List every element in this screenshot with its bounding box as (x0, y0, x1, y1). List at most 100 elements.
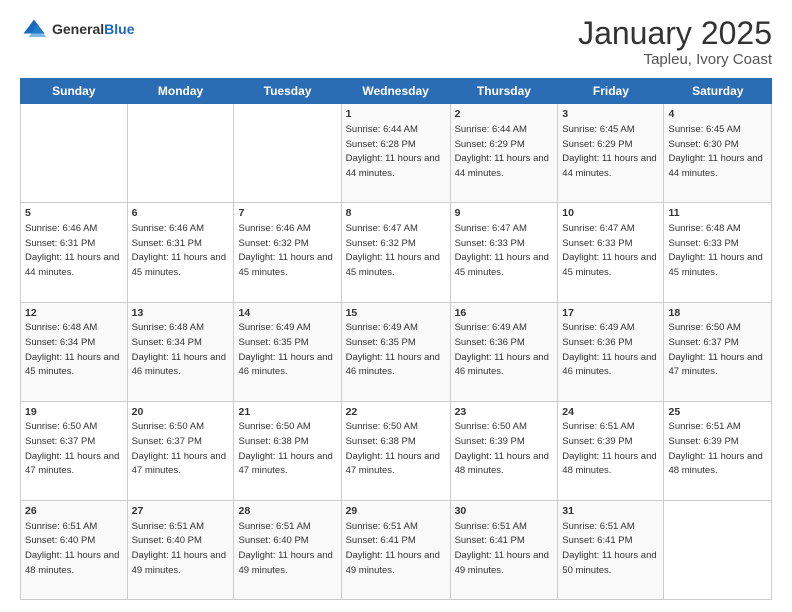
cell-text: Sunrise: 6:49 AM (455, 322, 527, 333)
calendar-title: January 2025 (578, 16, 772, 51)
cell-text: Daylight: 11 hours and 49 minutes. (238, 550, 332, 576)
day-number: 30 (455, 505, 467, 517)
cell-text: Sunrise: 6:50 AM (346, 421, 418, 432)
day-number: 22 (346, 406, 358, 418)
header: GeneralBlue January 2025 Tapleu, Ivory C… (20, 16, 772, 68)
calendar-cell: 22 Sunrise: 6:50 AM Sunset: 6:38 PM Dayligh… (341, 401, 450, 500)
header-day: Wednesday (341, 79, 450, 104)
cell-text: Sunset: 6:33 PM (562, 238, 632, 249)
cell-text: Sunset: 6:32 PM (238, 238, 308, 249)
cell-text: Sunset: 6:41 PM (562, 535, 632, 546)
cell-text: Daylight: 11 hours and 45 minutes. (238, 252, 332, 278)
cell-text: Sunrise: 6:50 AM (25, 421, 97, 432)
day-number: 14 (238, 307, 250, 319)
calendar-header: SundayMondayTuesdayWednesdayThursdayFrid… (21, 79, 772, 104)
calendar-cell (127, 104, 234, 203)
calendar-cell: 27Sunrise: 6:51 AMSunset: 6:40 PMDayligh… (127, 500, 234, 599)
day-number: 18 (668, 307, 680, 319)
cell-text: Daylight: 11 hours and 46 minutes. (346, 352, 440, 378)
cell-text: Daylight: 11 hours and 49 minutes. (455, 550, 549, 576)
header-row: SundayMondayTuesdayWednesdayThursdayFrid… (21, 79, 772, 104)
cell-text: Daylight: 11 hours and 44 minutes. (455, 153, 549, 179)
cell-text: Sunrise: 6:46 AM (238, 223, 310, 234)
cell-text: Daylight: 11 hours and 45 minutes. (562, 252, 656, 278)
day-number: 27 (132, 505, 144, 517)
calendar-cell: 21Sunrise: 6:50 AMSunset: 6:38 PMDayligh… (234, 401, 341, 500)
cell-text: Sunset: 6:37 PM (668, 337, 738, 348)
calendar-cell: 11Sunrise: 6:48 AMSunset: 6:33 PMDayligh… (664, 203, 772, 302)
day-number: 21 (238, 406, 250, 418)
day-number: 28 (238, 505, 250, 517)
cell-text: Sunrise: 6:47 AM (346, 223, 418, 234)
cell-text: Sunset: 6:41 PM (455, 535, 525, 546)
cell-text: Sunset: 6:39 PM (455, 436, 525, 447)
logo: GeneralBlue (20, 16, 134, 44)
cell-text: Daylight: 11 hours and 44 minutes. (562, 153, 656, 179)
calendar-cell: 20Sunrise: 6:50 AMSunset: 6:37 PMDayligh… (127, 401, 234, 500)
day-number: 6 (132, 207, 138, 219)
cell-text: Sunset: 6:38 PM (346, 436, 416, 447)
calendar-cell: 8Sunrise: 6:47 AMSunset: 6:32 PMDaylight… (341, 203, 450, 302)
cell-text: Daylight: 11 hours and 45 minutes. (455, 252, 549, 278)
cell-text: Sunset: 6:36 PM (562, 337, 632, 348)
logo-icon (20, 16, 48, 44)
cell-text: Daylight: 11 hours and 47 minutes. (132, 451, 226, 477)
calendar-cell: 30Sunrise: 6:51 AMSunset: 6:41 PMDayligh… (450, 500, 558, 599)
calendar-cell: 6Sunrise: 6:46 AMSunset: 6:31 PMDaylight… (127, 203, 234, 302)
calendar-cell: 15Sunrise: 6:49 AMSunset: 6:35 PMDayligh… (341, 302, 450, 401)
day-number: 10 (562, 207, 574, 219)
cell-text: Sunrise: 6:45 AM (668, 124, 740, 135)
cell-text: Sunrise: 6:46 AM (25, 223, 97, 234)
day-number: 20 (132, 406, 144, 418)
cell-text: Sunrise: 6:51 AM (562, 421, 634, 432)
day-number: 24 (562, 406, 574, 418)
cell-text: Daylight: 11 hours and 49 minutes. (132, 550, 226, 576)
cell-text: Daylight: 11 hours and 47 minutes. (668, 352, 762, 378)
cell-text: Sunrise: 6:50 AM (132, 421, 204, 432)
calendar-cell (234, 104, 341, 203)
cell-text: Sunrise: 6:51 AM (132, 521, 204, 532)
header-day: Monday (127, 79, 234, 104)
calendar-week-row: 12Sunrise: 6:48 AMSunset: 6:34 PMDayligh… (21, 302, 772, 401)
calendar-week-row: 5Sunrise: 6:46 AMSunset: 6:31 PMDaylight… (21, 203, 772, 302)
cell-text: Daylight: 11 hours and 49 minutes. (346, 550, 440, 576)
cell-text: Sunset: 6:39 PM (668, 436, 738, 447)
cell-text: Daylight: 11 hours and 48 minutes. (668, 451, 762, 477)
cell-text: Sunrise: 6:50 AM (238, 421, 310, 432)
day-number: 31 (562, 505, 574, 517)
calendar-cell: 13Sunrise: 6:48 AMSunset: 6:34 PMDayligh… (127, 302, 234, 401)
day-number: 9 (455, 207, 461, 219)
cell-text: Sunrise: 6:44 AM (346, 124, 418, 135)
cell-text: Daylight: 11 hours and 44 minutes. (668, 153, 762, 179)
calendar-cell: 19Sunrise: 6:50 AMSunset: 6:37 PMDayligh… (21, 401, 128, 500)
cell-text: Daylight: 11 hours and 44 minutes. (25, 252, 119, 278)
calendar-cell (21, 104, 128, 203)
calendar-body: 1Sunrise: 6:44 AMSunset: 6:28 PMDaylight… (21, 104, 772, 600)
calendar-cell: 24Sunrise: 6:51 AMSunset: 6:39 PMDayligh… (558, 401, 664, 500)
day-number: 25 (668, 406, 680, 418)
cell-text: Sunset: 6:39 PM (562, 436, 632, 447)
cell-text: Sunset: 6:40 PM (238, 535, 308, 546)
day-number: 23 (455, 406, 467, 418)
cell-text: Daylight: 11 hours and 48 minutes. (25, 550, 119, 576)
header-day: Saturday (664, 79, 772, 104)
day-number: 29 (346, 505, 358, 517)
cell-text: Daylight: 11 hours and 45 minutes. (132, 252, 226, 278)
day-number: 12 (25, 307, 37, 319)
cell-text: Sunrise: 6:50 AM (455, 421, 527, 432)
cell-text: Sunrise: 6:51 AM (346, 521, 418, 532)
day-number: 2 (455, 108, 461, 120)
calendar-week-row: 1Sunrise: 6:44 AMSunset: 6:28 PMDaylight… (21, 104, 772, 203)
calendar-cell: 4Sunrise: 6:45 AMSunset: 6:30 PMDaylight… (664, 104, 772, 203)
cell-text: Daylight: 11 hours and 47 minutes. (25, 451, 119, 477)
cell-text: Sunset: 6:31 PM (25, 238, 95, 249)
cell-text: Sunset: 6:33 PM (668, 238, 738, 249)
cell-text: Daylight: 11 hours and 47 minutes. (346, 451, 440, 477)
calendar-cell: 16Sunrise: 6:49 AMSunset: 6:36 PMDayligh… (450, 302, 558, 401)
day-number: 17 (562, 307, 574, 319)
cell-text: Sunset: 6:29 PM (455, 139, 525, 150)
cell-text: Sunrise: 6:44 AM (455, 124, 527, 135)
calendar-week-row: 26Sunrise: 6:51 AMSunset: 6:40 PMDayligh… (21, 500, 772, 599)
calendar-cell: 5Sunrise: 6:46 AMSunset: 6:31 PMDaylight… (21, 203, 128, 302)
cell-text: Sunset: 6:32 PM (346, 238, 416, 249)
